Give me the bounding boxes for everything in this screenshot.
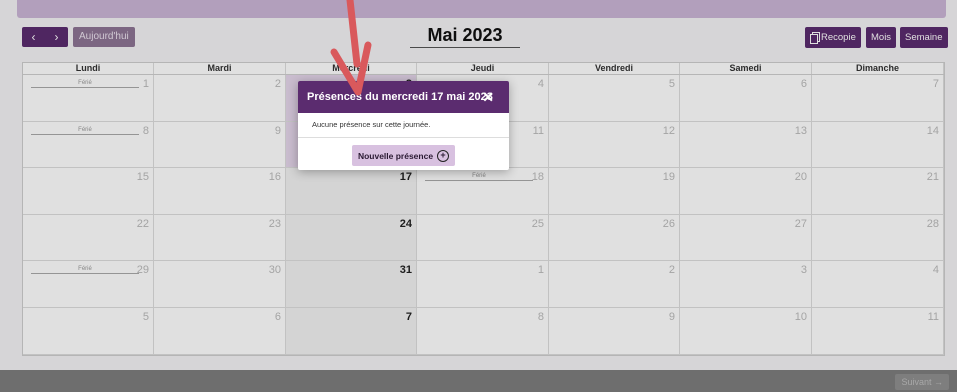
attendance-modal: Présences du mercredi 17 mai 2023 ✕ Aucu…: [298, 81, 509, 170]
next-step-button[interactable]: Suivant →: [895, 374, 949, 390]
plus-circle-icon: +: [437, 149, 450, 162]
modal-title: Présences du mercredi 17 mai 2023: [307, 91, 493, 103]
new-attendance-button[interactable]: Nouvelle présence +: [352, 145, 455, 166]
modal-header: Présences du mercredi 17 mai 2023 ✕: [298, 81, 509, 113]
new-attendance-label: Nouvelle présence: [357, 150, 434, 161]
modal-backdrop[interactable]: [0, 0, 957, 392]
close-icon[interactable]: ✕: [482, 89, 494, 106]
empty-message: Aucune présence sur cette journée.: [298, 113, 509, 138]
bottom-bar: Suivant →: [0, 370, 957, 392]
